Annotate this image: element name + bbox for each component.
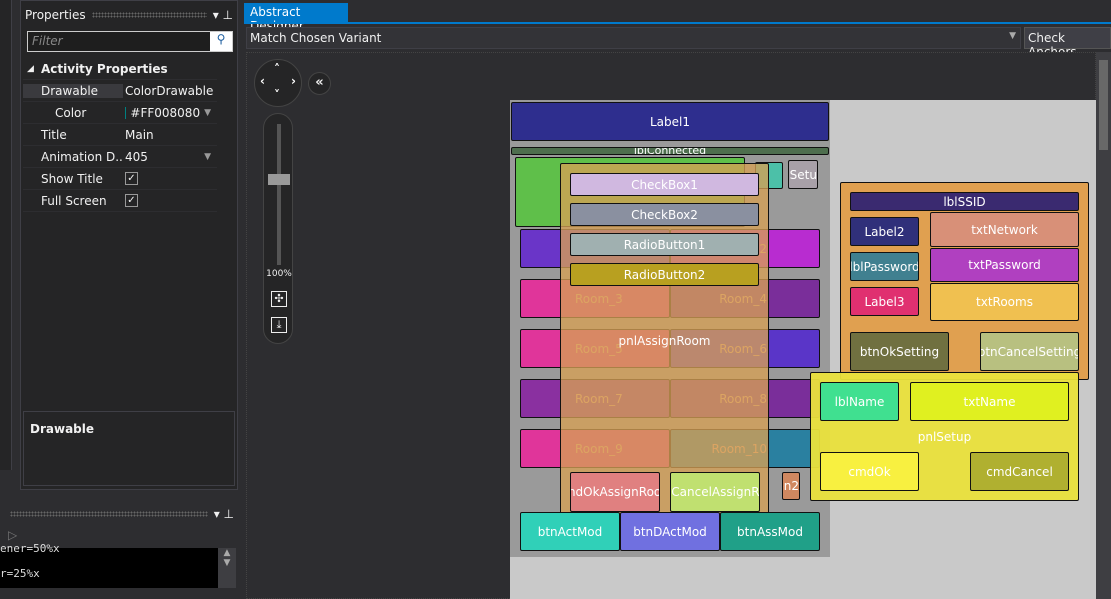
zoom-slider[interactable]	[268, 124, 290, 265]
search-icon[interactable]: ⚲	[210, 32, 232, 51]
category-header[interactable]: ◢ Activity Properties	[23, 58, 217, 80]
fit-to-screen-icon[interactable]: ✣	[271, 291, 287, 307]
pin-icon[interactable]: ⊥	[223, 8, 233, 22]
pan-up-icon[interactable]: ˄	[274, 62, 280, 76]
pin-icon[interactable]: ⊥	[224, 507, 234, 521]
zoom-level: 100%	[266, 269, 292, 279]
label1[interactable]: Label1	[511, 102, 829, 141]
dropdown-icon[interactable]: ▾	[213, 8, 219, 22]
properties-title: Properties	[25, 8, 86, 22]
pan-right-icon[interactable]: ›	[291, 74, 296, 88]
txt-name[interactable]: txtName	[910, 382, 1069, 421]
zoom-slider-thumb[interactable]	[268, 174, 290, 185]
button2[interactable]: utton2	[782, 472, 800, 500]
btn-d-act-mod[interactable]: btnDActMod	[620, 512, 720, 551]
lbl-ssid[interactable]: lblSSID	[850, 192, 1079, 211]
full-screen-checkbox[interactable]: ✓	[125, 194, 138, 207]
radio-button1[interactable]: RadioButton1	[570, 233, 759, 256]
collapsed-side-panel	[0, 0, 12, 470]
console-scrollbar[interactable]: ▲ ▼	[218, 548, 236, 588]
cmd-cancel-assign-room[interactable]: dCancelAssignRo	[670, 472, 760, 512]
property-description: Drawable	[23, 411, 235, 486]
txt-rooms[interactable]: txtRooms	[930, 283, 1079, 321]
property-color[interactable]: Color #FF008080 ▼	[23, 102, 217, 124]
cmd-ok[interactable]: cmdOk	[820, 452, 919, 491]
property-show-title[interactable]: Show Title ✓	[23, 168, 217, 190]
zoom-control: 100% ✣ ⤓	[263, 113, 293, 344]
lbl-name[interactable]: lblName	[820, 382, 899, 421]
console-output: ener=50%x r=25%x	[0, 542, 218, 588]
property-full-screen[interactable]: Full Screen ✓	[23, 190, 217, 212]
export-icon[interactable]: ⤓	[271, 317, 287, 333]
label2[interactable]: Label2	[850, 217, 919, 246]
collapse-toolbar-icon[interactable]: «	[308, 72, 331, 95]
dropdown-icon[interactable]: ▾	[214, 507, 220, 521]
chevron-down-icon[interactable]: ▼	[204, 108, 217, 118]
chevron-down-icon: ▼	[1009, 31, 1016, 41]
property-title[interactable]: Title Main	[23, 124, 217, 146]
check-anchors-button[interactable]: Check Anchors	[1024, 27, 1111, 59]
btn-ok-setting[interactable]: btnOkSetting	[850, 332, 949, 371]
txt-network[interactable]: txtNetwork	[930, 212, 1079, 247]
txt-password[interactable]: txtPassword	[930, 248, 1079, 282]
pan-down-icon[interactable]: ˅	[274, 88, 280, 102]
show-title-checkbox[interactable]: ✓	[125, 172, 138, 185]
setup-button[interactable]: ingSetu	[788, 160, 818, 189]
chevron-down-icon[interactable]: ▼	[204, 152, 217, 162]
cmd-cancel[interactable]: cmdCancel	[970, 452, 1069, 491]
property-drawable[interactable]: DrawableColorDrawable▼	[23, 80, 217, 102]
pan-left-icon[interactable]: ‹	[260, 74, 265, 88]
color-swatch	[125, 106, 127, 119]
properties-panel: Properties ▾ ⊥ Filter ⚲ ◢ Activity Properti…	[20, 0, 238, 490]
lbl-connected[interactable]: lblConnected	[511, 147, 829, 155]
label3[interactable]: Label3	[850, 287, 919, 316]
tab-abstract-designer[interactable]: Abstract Designer	[244, 3, 348, 33]
pan-control[interactable]: ˄ ˅ ‹ ›	[254, 59, 302, 107]
radio-button2[interactable]: RadioButton2	[570, 263, 759, 286]
filter-input[interactable]: Filter ⚲	[27, 31, 233, 52]
checkbox1[interactable]: CheckBox1	[570, 173, 759, 196]
checkbox2[interactable]: CheckBox2	[570, 203, 759, 226]
vertical-scrollbar[interactable]	[1096, 52, 1111, 599]
lbl-password[interactable]: lblPassword	[850, 252, 919, 281]
property-animation-duration[interactable]: Animation D... 405 ▼	[23, 146, 217, 168]
collapse-icon[interactable]: ◢	[23, 64, 41, 74]
btn-act-mod[interactable]: btnActMod	[520, 512, 620, 551]
play-icon[interactable]: ▷	[8, 528, 17, 542]
output-panel: ▾ ⊥ ▷ ener=50%x r=25%x ▲ ▼	[0, 500, 238, 599]
btn-ass-mod[interactable]: btnAssMod	[720, 512, 820, 551]
variant-dropdown[interactable]: Match Chosen Variant ▼	[246, 27, 1021, 49]
btn-cancel-setting[interactable]: btnCancelSetting	[980, 332, 1079, 371]
cmd-ok-assign-room[interactable]: mdOkAssignRoor	[570, 472, 660, 512]
